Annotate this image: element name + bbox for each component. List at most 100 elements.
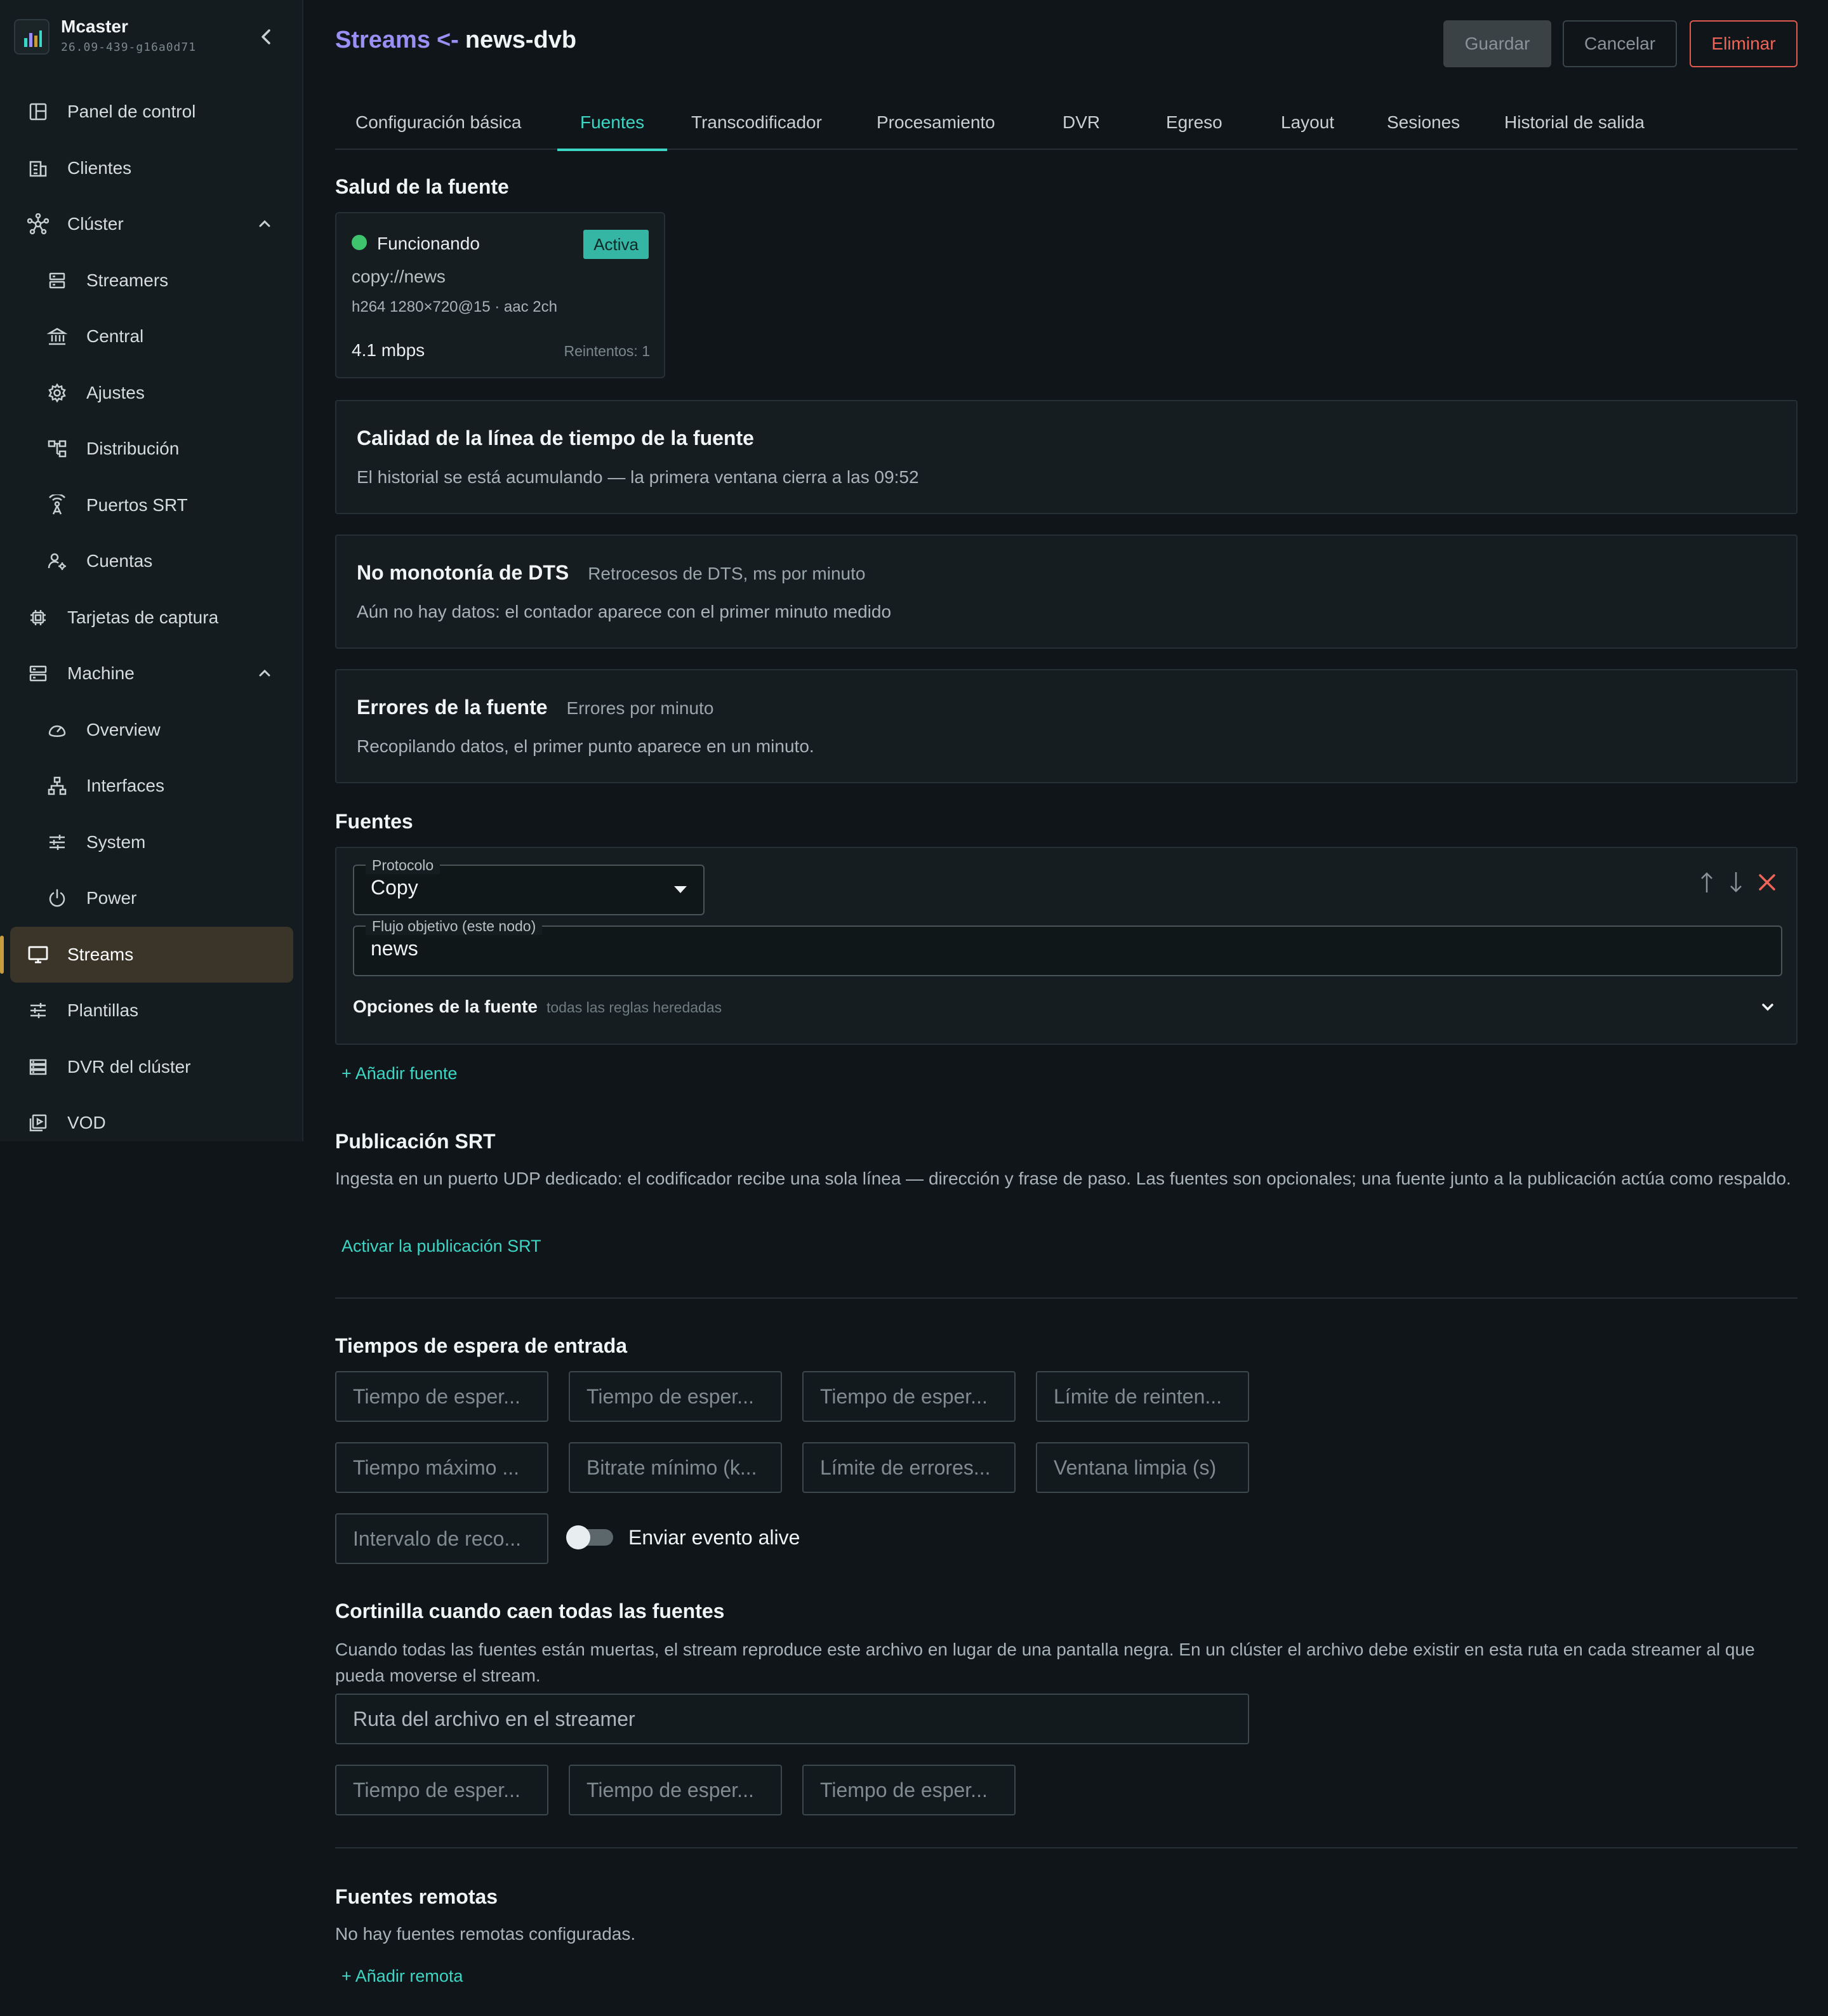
network-icon bbox=[46, 774, 69, 797]
slate-timeout-1[interactable]: Tiempo de esper... bbox=[335, 1765, 548, 1815]
sidebar-item-label: Ajustes bbox=[86, 382, 145, 402]
sidebar-item-label: Power bbox=[86, 888, 137, 908]
retry-limit-field[interactable]: Límite de reinten... bbox=[1036, 1371, 1249, 1422]
reconnect-interval-field[interactable]: Intervalo de reco... bbox=[335, 1513, 548, 1564]
protocol-select[interactable]: Protocolo Copy bbox=[353, 857, 705, 915]
hierarchy-icon bbox=[46, 437, 69, 460]
tab-procesamiento[interactable]: Procesamiento bbox=[877, 95, 995, 150]
max-time-field[interactable]: Tiempo máximo ... bbox=[335, 1442, 548, 1493]
sidebar-item-cuentas[interactable]: Cuentas bbox=[10, 533, 293, 590]
antenna-icon bbox=[46, 494, 69, 517]
close-icon[interactable] bbox=[1757, 872, 1777, 892]
sidebar-item-vod[interactable]: VOD bbox=[10, 1095, 293, 1151]
sidebar-item-interfaces[interactable]: Interfaces bbox=[10, 758, 293, 814]
sliders-icon bbox=[27, 999, 50, 1022]
arrow-down-icon[interactable] bbox=[1728, 870, 1744, 895]
timeline-quality-panel: Calidad de la línea de tiempo de la fuen… bbox=[335, 400, 1798, 514]
brand-name: Mcaster bbox=[61, 17, 128, 36]
source-controls bbox=[1699, 870, 1777, 895]
sidebar-item-label: Central bbox=[86, 326, 144, 347]
source-url: copy://news bbox=[352, 267, 446, 286]
sidebar-item-dvr-cluster[interactable]: DVR del clúster bbox=[10, 1039, 293, 1096]
srt-heading: Publicación SRT bbox=[335, 1130, 496, 1153]
errors-desc: Recopilando datos, el primer punto apare… bbox=[357, 736, 814, 756]
breadcrumb-streams[interactable]: Streams bbox=[335, 27, 430, 53]
sidebar-item-power[interactable]: Power bbox=[10, 870, 293, 927]
arrow-up-icon[interactable] bbox=[1699, 870, 1715, 895]
chevron-down-icon[interactable] bbox=[1758, 998, 1777, 1017]
source-health-heading: Salud de la fuente bbox=[335, 175, 509, 198]
sidebar-item-cluster[interactable]: Clúster bbox=[10, 196, 293, 253]
collapse-sidebar-button[interactable] bbox=[254, 24, 279, 50]
sidebar-item-label: Overview bbox=[86, 719, 161, 739]
target-stream-field[interactable]: Flujo objetivo (este nodo) news bbox=[353, 918, 1782, 976]
status-badge: Activa bbox=[583, 230, 649, 259]
chevron-up-icon bbox=[259, 669, 270, 677]
tab-egreso[interactable]: Egreso bbox=[1166, 95, 1222, 150]
sidebar-item-panel[interactable]: Panel de control bbox=[10, 84, 293, 140]
chevron-left-icon bbox=[262, 29, 270, 44]
timeout-field-3[interactable]: Tiempo de esper... bbox=[802, 1371, 1016, 1422]
breadcrumb-arrow: <- bbox=[436, 27, 459, 53]
sidebar-item-clientes[interactable]: Clientes bbox=[10, 140, 293, 197]
clean-window-field[interactable]: Ventana limpia (s) bbox=[1036, 1442, 1249, 1493]
alive-event-label: Enviar evento alive bbox=[628, 1526, 800, 1549]
sidebar-item-ajustes[interactable]: Ajustes bbox=[10, 365, 293, 421]
errors-subtitle: Errores por minuto bbox=[566, 698, 714, 718]
sidebar-item-plantillas[interactable]: Plantillas bbox=[10, 983, 293, 1039]
tab-transcodificador[interactable]: Transcodificador bbox=[691, 95, 822, 150]
error-limit-field[interactable]: Límite de errores... bbox=[802, 1442, 1016, 1493]
sidebar-item-tarjetas-captura[interactable]: Tarjetas de captura bbox=[10, 590, 293, 646]
cancel-button[interactable]: Cancelar bbox=[1563, 20, 1677, 67]
sidebar-item-machine[interactable]: Machine bbox=[10, 646, 293, 702]
timeout-field-1[interactable]: Tiempo de esper... bbox=[335, 1371, 548, 1422]
sidebar-item-label: Cuentas bbox=[86, 551, 153, 571]
add-remote-link[interactable]: + Añadir remota bbox=[341, 1966, 463, 1986]
errors-title-text: Errores de la fuente bbox=[357, 696, 548, 719]
slate-heading: Cortinilla cuando caen todas las fuentes bbox=[335, 1600, 725, 1622]
activate-srt-link[interactable]: Activar la publicación SRT bbox=[341, 1237, 541, 1256]
min-bitrate-field[interactable]: Bitrate mínimo (k... bbox=[569, 1442, 782, 1493]
save-button[interactable]: Guardar bbox=[1443, 20, 1551, 67]
errors-title: Errores de la fuente Errores por minuto bbox=[357, 696, 713, 719]
gear-icon bbox=[46, 381, 69, 404]
brand[interactable]: Mcaster 26.09-439-g16a0d71 bbox=[14, 15, 293, 58]
sidebar-item-puertos-srt[interactable]: Puertos SRT bbox=[10, 477, 293, 534]
sidebar-item-distribucion[interactable]: Distribución bbox=[10, 421, 293, 477]
bank-icon bbox=[46, 325, 69, 348]
tab-fuentes[interactable]: Fuentes bbox=[557, 95, 668, 151]
tab-sesiones[interactable]: Sesiones bbox=[1387, 95, 1460, 150]
source-retries: Reintentos: 1 bbox=[564, 343, 650, 359]
slate-timeout-3[interactable]: Tiempo de esper... bbox=[802, 1765, 1016, 1815]
add-source-link[interactable]: + Añadir fuente bbox=[341, 1064, 457, 1084]
sidebar-item-label: VOD bbox=[67, 1113, 106, 1133]
sidebar-item-label: Tarjetas de captura bbox=[67, 607, 219, 627]
sidebar-item-overview[interactable]: Overview bbox=[10, 702, 293, 759]
tab-configuracion-basica[interactable]: Configuración básica bbox=[355, 95, 522, 150]
sidebar-item-label: Interfaces bbox=[86, 776, 164, 796]
source-options-toggle[interactable]: Opciones de la fuente todas las reglas he… bbox=[353, 997, 722, 1017]
slate-timeout-2[interactable]: Tiempo de esper... bbox=[569, 1765, 782, 1815]
sidebar-item-system[interactable]: System bbox=[10, 814, 293, 871]
slate-path-input[interactable]: Ruta del archivo en el streamer bbox=[335, 1694, 1249, 1744]
tab-layout[interactable]: Layout bbox=[1281, 95, 1334, 150]
sidebar-item-label: Clientes bbox=[67, 157, 132, 178]
stream-name: news-dvb bbox=[465, 27, 577, 53]
monitor-icon bbox=[27, 943, 50, 966]
tab-historial-salida[interactable]: Historial de salida bbox=[1504, 95, 1645, 150]
sidebar-item-label: Puertos SRT bbox=[86, 494, 188, 515]
timeout-field-2[interactable]: Tiempo de esper... bbox=[569, 1371, 782, 1422]
caret-down-icon bbox=[674, 886, 687, 893]
delete-button[interactable]: Eliminar bbox=[1690, 20, 1798, 67]
sidebar-item-streamers[interactable]: Streamers bbox=[10, 253, 293, 309]
gauge-icon bbox=[46, 719, 69, 741]
tab-dvr[interactable]: DVR bbox=[1063, 95, 1100, 150]
divider bbox=[335, 1847, 1798, 1848]
status-dot-icon bbox=[352, 235, 367, 250]
sidebar-item-label: Streams bbox=[67, 944, 134, 964]
alive-event-toggle[interactable] bbox=[566, 1525, 614, 1549]
sidebar-item-central[interactable]: Central bbox=[10, 308, 293, 365]
target-stream-label: Flujo objetivo (este nodo) bbox=[366, 918, 543, 935]
sidebar-item-streams[interactable]: Streams bbox=[0, 926, 293, 983]
app-logo-icon bbox=[14, 19, 50, 55]
